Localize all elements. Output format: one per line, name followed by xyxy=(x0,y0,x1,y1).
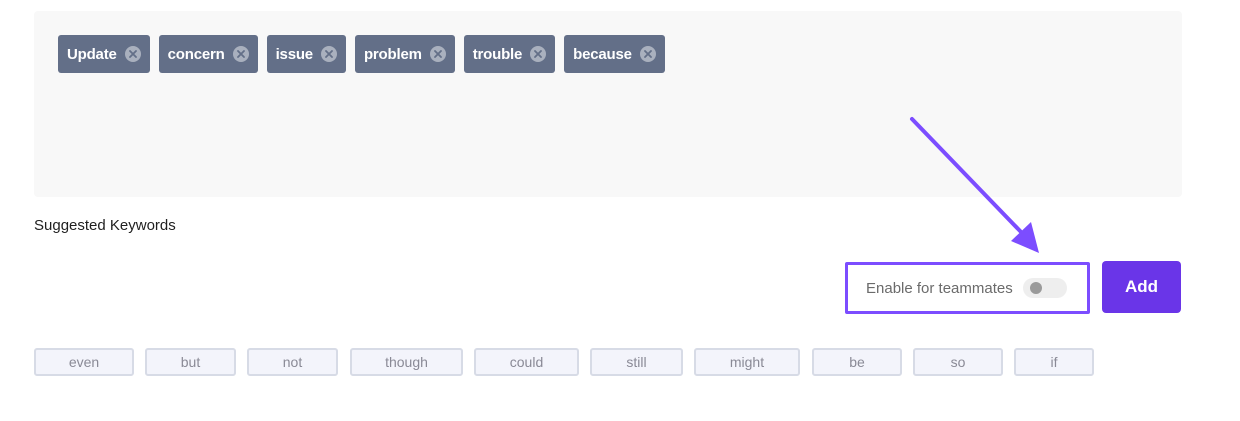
keyword-tag: problem xyxy=(354,35,455,73)
suggested-keyword-chip[interactable]: though xyxy=(350,348,463,376)
keyword-tag-label: issue xyxy=(275,45,314,63)
remove-tag-icon[interactable] xyxy=(232,46,249,62)
suggested-keyword-chip[interactable]: still xyxy=(590,348,683,376)
suggested-keyword-chip[interactable]: even xyxy=(34,348,134,376)
enable-teammates-label: Enable for teammates xyxy=(866,279,1013,297)
remove-tag-icon[interactable] xyxy=(530,46,547,62)
suggested-keyword-chip[interactable]: so xyxy=(913,348,1003,376)
keyword-tag-label: concern xyxy=(167,45,225,63)
suggested-keyword-chip[interactable]: if xyxy=(1014,348,1094,376)
keyword-tag: concern xyxy=(158,35,258,73)
remove-tag-icon[interactable] xyxy=(320,46,337,62)
suggested-keyword-chip[interactable]: not xyxy=(247,348,338,376)
keyword-tag: issue xyxy=(266,35,346,73)
enable-teammates-toggle[interactable] xyxy=(1022,278,1067,298)
suggested-keyword-chip[interactable]: but xyxy=(145,348,236,376)
remove-tag-icon[interactable] xyxy=(639,46,656,62)
keyword-tag-label: because xyxy=(573,45,632,63)
keyword-tag: because xyxy=(564,35,665,73)
add-button[interactable]: Add xyxy=(1102,261,1181,313)
suggested-keywords-title: Suggested Keywords xyxy=(34,217,176,234)
keyword-tag: Update xyxy=(58,35,150,73)
suggested-keyword-chip[interactable]: be xyxy=(812,348,902,376)
toggle-knob xyxy=(1029,282,1042,294)
keyword-tag-label: Update xyxy=(67,45,117,63)
remove-tag-icon[interactable] xyxy=(124,46,141,62)
keyword-tag: trouble xyxy=(463,35,556,73)
keyword-tag-label: trouble xyxy=(472,45,523,63)
keyword-tag-list: Update concern issue problem trouble bec… xyxy=(58,35,665,73)
remove-tag-icon[interactable] xyxy=(429,46,446,62)
enable-teammates-control: Enable for teammates xyxy=(845,262,1090,314)
keyword-tag-label: problem xyxy=(363,45,422,63)
suggested-keyword-chip[interactable]: could xyxy=(474,348,579,376)
suggested-keyword-chip[interactable]: might xyxy=(694,348,800,376)
keyword-input-area[interactable]: Update concern issue problem trouble bec… xyxy=(34,11,1182,197)
